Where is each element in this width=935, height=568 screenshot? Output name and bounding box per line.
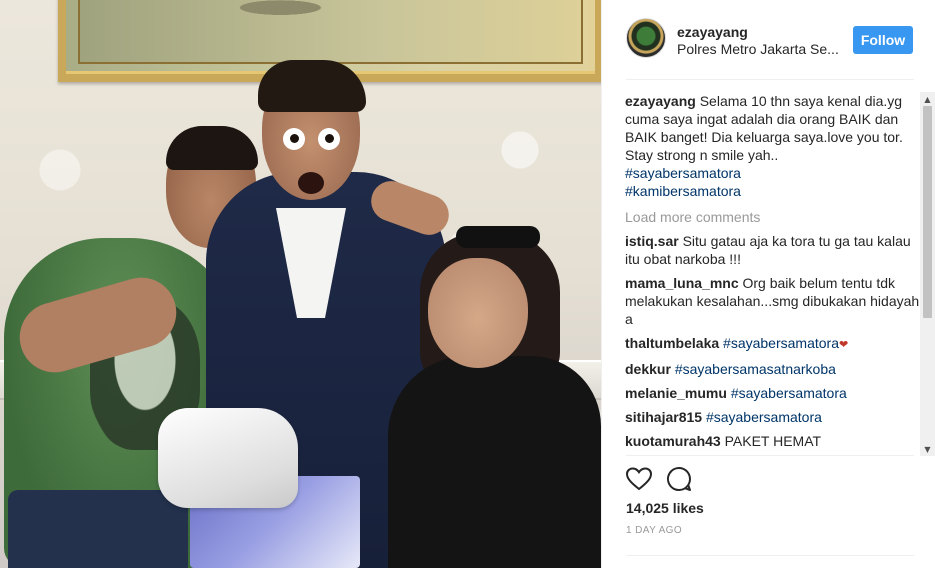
comments-scrollbar[interactable]: ▲ ▼ bbox=[920, 92, 935, 456]
person-center-eye-right bbox=[318, 128, 340, 150]
comment-username[interactable]: dekkur bbox=[625, 361, 671, 377]
comment-hashtag[interactable]: #sayabersamatora bbox=[706, 409, 822, 425]
follow-button[interactable]: Follow bbox=[853, 26, 913, 54]
scroll-up-arrow-icon[interactable]: ▲ bbox=[920, 92, 935, 106]
person-right-jacket bbox=[388, 356, 601, 568]
scroll-down-arrow-icon[interactable]: ▼ bbox=[920, 442, 935, 456]
post-header: ezayayang Polres Metro Jakarta Se... Fol… bbox=[626, 0, 914, 80]
comment-item: dekkur #sayabersamasatnarkoba bbox=[625, 360, 921, 378]
post-time-ago[interactable]: 1 DAY AGO bbox=[626, 525, 682, 536]
sunglasses bbox=[456, 226, 540, 248]
comment-item: kuotamurah43 PAKET HEMAT bbox=[625, 432, 921, 450]
speech-bubble-icon[interactable] bbox=[664, 464, 694, 494]
comment-username[interactable]: sitihajar815 bbox=[625, 409, 702, 425]
caption-username[interactable]: ezayayang bbox=[625, 93, 696, 109]
comment-item: istiq.sar Situ gatau aja ka tora tu ga t… bbox=[625, 232, 921, 268]
comments-list: ezayayang Selama 10 thn saya kenal dia.y… bbox=[625, 92, 921, 456]
comment-item: melanie_mumu #sayabersamatora bbox=[625, 384, 921, 402]
comment-hashtag[interactable]: #sayabersamatora bbox=[731, 385, 847, 401]
person-left-jeans bbox=[8, 490, 188, 568]
comment-username[interactable]: mama_luna_mnc bbox=[625, 275, 739, 291]
comment-text: PAKET HEMAT bbox=[724, 433, 822, 449]
post-actions: 14,025 likes 1 DAY AGO bbox=[626, 455, 914, 568]
person-center-eye-left bbox=[283, 128, 305, 150]
comment-hashtag[interactable]: #sayabersamasatnarkoba bbox=[675, 361, 836, 377]
person-right-face bbox=[428, 258, 528, 368]
comment-item: sitihajar815 #sayabersamatora bbox=[625, 408, 921, 426]
caption-hashtag[interactable]: #sayabersamatora bbox=[625, 164, 921, 182]
post-location[interactable]: Polres Metro Jakarta Se... bbox=[677, 41, 852, 57]
scrollbar-thumb[interactable] bbox=[923, 106, 932, 318]
comment-hashtag[interactable]: #sayabersamatora bbox=[723, 335, 839, 351]
comment-username[interactable]: kuotamurah43 bbox=[625, 433, 721, 449]
caption-hashtag[interactable]: #kamibersamatora bbox=[625, 182, 921, 200]
comment-username[interactable]: thaltumbelaka bbox=[625, 335, 719, 351]
post-caption: ezayayang Selama 10 thn saya kenal dia.y… bbox=[625, 92, 921, 200]
plastic-bag bbox=[158, 408, 298, 508]
comment-item: mama_luna_mnc Org baik belum tentu tdk m… bbox=[625, 274, 921, 328]
add-comment-divider bbox=[626, 555, 914, 556]
load-more-comments-button[interactable]: Load more comments bbox=[625, 208, 921, 226]
post-author-username[interactable]: ezayayang bbox=[677, 24, 748, 40]
comment-username[interactable]: melanie_mumu bbox=[625, 385, 727, 401]
comment-username[interactable]: istiq.sar bbox=[625, 233, 679, 249]
person-center-mouth bbox=[298, 172, 324, 194]
heart-emoji-icon: ❤ bbox=[838, 339, 849, 351]
comment-item: thaltumbelaka #sayabersamatora❤ bbox=[625, 334, 921, 354]
heart-outline-icon[interactable] bbox=[624, 464, 654, 494]
profile-avatar[interactable] bbox=[626, 18, 666, 58]
post-photo[interactable] bbox=[0, 0, 601, 568]
likes-count[interactable]: 14,025 likes bbox=[626, 500, 704, 516]
